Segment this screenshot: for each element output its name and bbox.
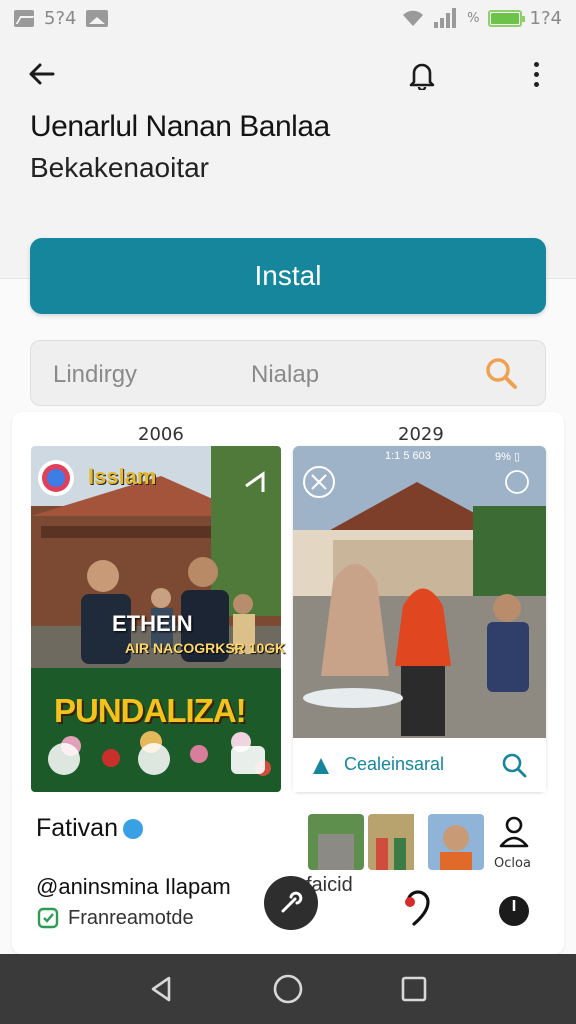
notification-button[interactable] bbox=[398, 50, 446, 98]
signal-icon bbox=[434, 8, 457, 28]
screenshot-2-image bbox=[293, 446, 546, 738]
thumbnail-3-image bbox=[428, 814, 484, 870]
location-button[interactable] bbox=[400, 890, 440, 930]
thumbnail-1-image bbox=[308, 814, 364, 870]
developer-name[interactable]: Fativan bbox=[36, 814, 144, 843]
person-button[interactable] bbox=[496, 814, 532, 850]
search-left-text: Lindirgy bbox=[53, 361, 138, 388]
verified-badge-icon bbox=[122, 818, 143, 839]
floating-action-button[interactable] bbox=[264, 876, 318, 930]
meta-row: Franreamotde bbox=[36, 906, 194, 930]
more-vertical-icon bbox=[533, 61, 539, 87]
back-button[interactable] bbox=[18, 50, 66, 98]
app-logo-icon bbox=[313, 758, 329, 774]
app-subtitle: Bekakenaoitar bbox=[30, 152, 210, 183]
edit-check-icon bbox=[37, 907, 59, 929]
thumbnail-strip bbox=[308, 814, 484, 870]
screenshot-2-status-percent: 9% ▯ bbox=[495, 451, 521, 463]
bell-icon bbox=[409, 63, 435, 90]
install-button[interactable]: Instal bbox=[30, 238, 546, 314]
screenshot-1-caption: AIR NACOGRKSR 10GK bbox=[125, 640, 286, 656]
system-nav-bar bbox=[0, 954, 576, 1024]
battery-icon bbox=[487, 9, 525, 27]
screenshot-2-status-time: 1:1 5 603 bbox=[385, 450, 431, 462]
screenshot-year-2: 2029 bbox=[398, 424, 444, 445]
screenshot-2-search-icon bbox=[502, 753, 527, 778]
nav-back-icon[interactable] bbox=[147, 974, 177, 1004]
app-title: Uenarlul Nanan Banlaa bbox=[30, 110, 330, 143]
person-icon bbox=[499, 816, 529, 848]
screenshot-year-1: 2006 bbox=[138, 424, 184, 445]
screenshot-2-footer-label: Cealeinsaral bbox=[344, 754, 445, 774]
developer-handle[interactable]: @aninsmina Ilapam bbox=[36, 874, 231, 900]
person-label: Ocloa bbox=[494, 856, 531, 871]
nav-home-icon[interactable] bbox=[272, 973, 304, 1005]
location-pin-icon bbox=[405, 890, 430, 926]
status-time-right: 1?4 bbox=[529, 7, 562, 29]
search-icon[interactable] bbox=[483, 355, 519, 391]
signal-percent: % bbox=[467, 10, 480, 26]
status-time-left: 5?4 bbox=[44, 7, 77, 29]
wrench-icon bbox=[281, 891, 303, 913]
app-bar bbox=[0, 48, 576, 104]
arrow-left-icon bbox=[29, 63, 55, 85]
nav-recents-icon[interactable] bbox=[399, 974, 429, 1004]
thumbnail-2[interactable] bbox=[368, 814, 424, 870]
timer-icon bbox=[499, 896, 529, 926]
thumbnail-1[interactable] bbox=[308, 814, 364, 870]
more-options-button[interactable] bbox=[512, 50, 560, 98]
timer-button[interactable] bbox=[496, 892, 532, 928]
screenshot-1-big-text: PUNDALIZA! bbox=[54, 692, 247, 729]
screenshot-1-headline: ETHEIN bbox=[112, 611, 193, 636]
meta-text: Franreamotde bbox=[68, 906, 194, 929]
developer-name-text: Fativan bbox=[36, 814, 118, 842]
gallery-notification-icon bbox=[14, 9, 34, 27]
search-bar[interactable]: Lindirgy Nialap bbox=[30, 340, 546, 406]
search-middle-text: Nialap bbox=[251, 361, 320, 388]
screenshot-1-banner: Isslam bbox=[88, 464, 157, 489]
wifi-icon bbox=[403, 10, 424, 26]
thumbnail-2-image bbox=[368, 814, 414, 870]
status-bar: 5?4 % 1?4 bbox=[0, 0, 576, 36]
thumbnail-3[interactable] bbox=[428, 814, 484, 870]
image-notification-icon bbox=[86, 9, 109, 27]
